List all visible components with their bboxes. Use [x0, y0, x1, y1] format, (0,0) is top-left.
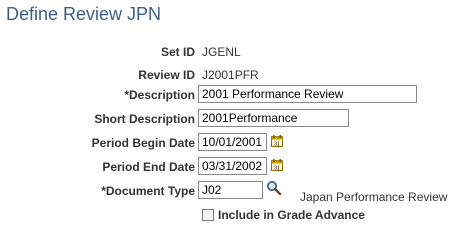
magnifier-lookup-icon[interactable]	[266, 180, 282, 196]
include-in-grade-advance-label: Include in Grade Advance	[218, 208, 365, 222]
include-in-grade-advance-checkbox[interactable]	[202, 209, 214, 221]
set-id-value: JGENL	[202, 45, 241, 59]
period-end-date-input[interactable]: 03/31/2002	[198, 157, 267, 175]
document-type-description: Japan Performance Review	[300, 190, 448, 204]
calendar-icon[interactable]: 31	[271, 159, 283, 171]
document-type-label: *Document Type	[101, 184, 195, 198]
period-begin-date-input[interactable]: 10/01/2001	[198, 133, 267, 151]
period-end-date-label: Period End Date	[102, 160, 195, 174]
calendar-icon[interactable]: 31	[271, 135, 283, 147]
short-description-input[interactable]: 2001Performance	[198, 109, 349, 127]
svg-text:31: 31	[274, 166, 280, 172]
review-id-value: J2001PFR	[202, 68, 259, 82]
page-title: Define Review JPN	[6, 4, 162, 24]
set-id-label: Set ID	[160, 45, 195, 59]
document-type-input[interactable]: J02	[198, 181, 263, 199]
description-input[interactable]: 2001 Performance Review	[198, 85, 417, 103]
short-description-label: Short Description	[94, 112, 195, 126]
review-id-label: Review ID	[138, 68, 195, 82]
period-begin-date-label: Period Begin Date	[91, 136, 195, 150]
description-label: *Description	[124, 88, 195, 102]
svg-text:31: 31	[274, 142, 280, 148]
